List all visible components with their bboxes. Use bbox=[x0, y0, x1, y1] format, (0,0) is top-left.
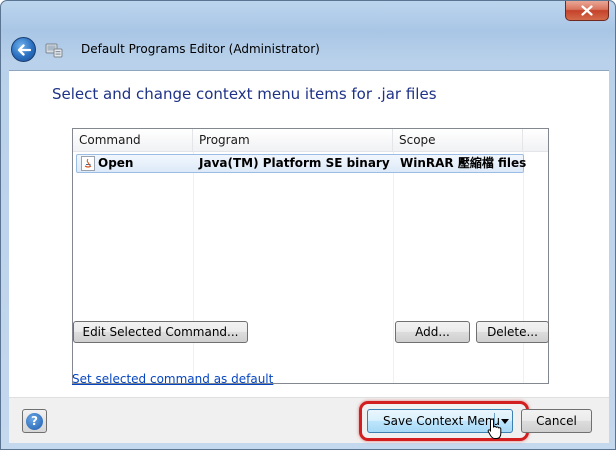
column-header-command[interactable]: Command bbox=[73, 129, 193, 152]
scope-cell: WinRAR 壓縮檔 files bbox=[400, 156, 527, 170]
help-button[interactable]: ? bbox=[22, 409, 47, 433]
column-divider bbox=[193, 152, 194, 383]
footer-bar: ? Save Context Menu Cancel bbox=[9, 397, 609, 443]
cancel-button[interactable]: Cancel bbox=[521, 409, 592, 433]
program-cell: Java(TM) Platform SE binary bbox=[199, 156, 390, 170]
default-programs-icon bbox=[45, 43, 63, 58]
content-panel: Select and change context menu items for… bbox=[9, 70, 609, 397]
mouse-cursor-icon bbox=[487, 418, 502, 439]
help-icon: ? bbox=[26, 412, 43, 430]
close-icon bbox=[581, 5, 593, 16]
save-button-label: Save Context Menu bbox=[383, 414, 501, 428]
list-item[interactable]: Open Java(TM) Platform SE binary WinRAR … bbox=[76, 154, 527, 173]
back-arrow-icon bbox=[17, 43, 31, 56]
window-frame: Default Programs Editor (Administrator) … bbox=[0, 0, 616, 450]
column-header-program[interactable]: Program bbox=[193, 129, 393, 152]
column-header-scope[interactable]: Scope bbox=[393, 129, 523, 152]
column-divider bbox=[523, 152, 524, 383]
column-divider bbox=[393, 152, 394, 383]
set-default-link[interactable]: Set selected command as default bbox=[72, 372, 273, 386]
page-heading: Select and change context menu items for… bbox=[52, 85, 437, 103]
close-button[interactable] bbox=[565, 1, 609, 21]
window-title: Default Programs Editor (Administrator) bbox=[81, 42, 320, 56]
command-cell: Open bbox=[98, 156, 134, 170]
java-icon bbox=[81, 156, 95, 171]
back-button[interactable] bbox=[11, 37, 36, 62]
add-button[interactable]: Add... bbox=[395, 321, 470, 343]
delete-button[interactable]: Delete... bbox=[476, 321, 549, 343]
edit-selected-command-button[interactable]: Edit Selected Command... bbox=[73, 321, 248, 343]
context-menu-list[interactable]: Command Program Scope Open Java(TM) Plat… bbox=[72, 128, 549, 384]
list-header: Command Program Scope bbox=[73, 129, 548, 152]
